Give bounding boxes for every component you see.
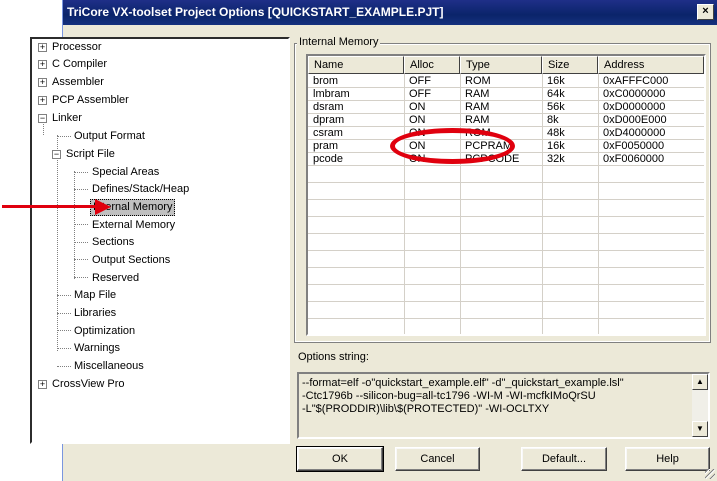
table-row[interactable]: lmbram OFF RAM 64k 0xC0000000 (308, 88, 704, 101)
options-line-2: -Ctc1796b --silicon-bug=all-tc1796 -WI-M… (302, 390, 596, 402)
expand-icon[interactable]: + (38, 43, 47, 52)
annotation-arrow-shaft (2, 205, 98, 208)
cell-address: 0xD4000000 (603, 127, 666, 139)
tree-item-label[interactable]: Map File (72, 287, 118, 304)
tree-item-label[interactable]: Sections (90, 234, 136, 251)
tree-item-label[interactable]: Processor (50, 39, 104, 56)
column-header-name[interactable]: Name (308, 56, 404, 74)
tree-item-label[interactable]: Script File (64, 146, 117, 163)
cell-name: brom (313, 75, 339, 87)
dialog-title: TriCore VX-toolset Project Options [QUIC… (63, 0, 717, 25)
cell-name: pram (313, 140, 339, 152)
cell-type: ROM (465, 75, 491, 87)
cell-address: 0xD000E000 (603, 114, 667, 126)
collapse-icon[interactable]: − (38, 114, 47, 123)
cell-size: 16k (547, 75, 565, 87)
cell-address: 0xC0000000 (603, 88, 666, 100)
resize-grip-icon[interactable] (705, 469, 715, 479)
options-line-3: -L"$(PRODDIR)\lib\$(PROTECTED)" -WI-OCLT… (302, 403, 550, 415)
scroll-up-icon[interactable]: ▲ (692, 374, 708, 390)
cell-address: 0xF0060000 (603, 153, 665, 165)
tree-item-label[interactable]: Reserved (90, 270, 141, 287)
cell-size: 64k (547, 88, 565, 100)
internal-memory-title: Internal Memory (297, 36, 381, 48)
collapse-icon[interactable]: − (52, 150, 61, 159)
options-string-label: Options string: (298, 351, 369, 363)
tree-item-label[interactable]: Special Areas (90, 164, 161, 181)
tree-item-label[interactable]: PCP Assembler (50, 92, 131, 109)
cancel-button[interactable]: Cancel (395, 447, 480, 471)
tree-item-label[interactable]: Defines/Stack/Heap (90, 181, 191, 198)
cell-type: RAM (465, 101, 490, 113)
tree-item-label[interactable]: Linker (50, 110, 84, 127)
cell-size: 48k (547, 127, 565, 139)
ok-button[interactable]: OK (296, 446, 384, 472)
cell-name: dsram (313, 101, 344, 113)
column-header-size[interactable]: Size (542, 56, 598, 74)
cell-address: 0xD0000000 (603, 101, 666, 113)
tree-item-label[interactable]: Assembler (50, 74, 106, 91)
table-row[interactable]: dpram ON RAM 8k 0xD000E000 (308, 114, 704, 127)
expand-icon[interactable]: + (38, 60, 47, 69)
annotation-ellipse (390, 128, 515, 164)
cell-name: lmbram (313, 88, 350, 100)
cell-size: 8k (547, 114, 559, 126)
tree-item-label[interactable]: C Compiler (50, 56, 109, 73)
options-tree[interactable]: + Processor + C Compiler + Assembler + P… (30, 37, 290, 444)
expand-icon[interactable]: + (38, 78, 47, 87)
cell-alloc: ON (409, 114, 426, 126)
tree-item-label[interactable]: Libraries (72, 305, 118, 322)
cell-address: 0xAFFFC000 (603, 75, 669, 87)
cell-type: RAM (465, 114, 490, 126)
cell-size: 16k (547, 140, 565, 152)
table-header: Name Alloc Type Size Address (308, 56, 704, 74)
tree-item-label[interactable]: CrossView Pro (50, 376, 127, 393)
column-header-address[interactable]: Address (598, 56, 704, 74)
column-header-type[interactable]: Type (460, 56, 542, 74)
table-row[interactable]: dsram ON RAM 56k 0xD0000000 (308, 101, 704, 114)
expand-icon[interactable]: + (38, 96, 47, 105)
expand-icon[interactable]: + (38, 380, 47, 389)
scroll-down-icon[interactable]: ▼ (692, 421, 708, 437)
help-button[interactable]: Help (625, 447, 710, 471)
default-button[interactable]: Default... (521, 447, 607, 471)
table-row[interactable]: brom OFF ROM 16k 0xAFFFC000 (308, 75, 704, 88)
cell-alloc: OFF (409, 88, 431, 100)
tree-item-label[interactable]: Warnings (72, 340, 122, 357)
cell-alloc: ON (409, 101, 426, 113)
options-string-field[interactable]: --format=elf -o"quickstart_example.elf" … (297, 372, 710, 439)
cell-address: 0xF0050000 (603, 140, 665, 152)
cell-size: 56k (547, 101, 565, 113)
options-scrollbar[interactable]: ▲ ▼ (692, 374, 708, 437)
cell-name: csram (313, 127, 343, 139)
cell-name: dpram (313, 114, 345, 126)
cell-size: 32k (547, 153, 565, 165)
close-button[interactable]: × (697, 4, 714, 20)
memory-table[interactable]: Name Alloc Type Size Address brom OFF RO… (306, 54, 706, 336)
tree-item-label[interactable]: External Memory (90, 217, 177, 234)
tree-item-label[interactable]: Miscellaneous (72, 358, 146, 375)
annotation-arrow-icon (95, 199, 111, 215)
cell-alloc: OFF (409, 75, 431, 87)
cell-name: pcode (313, 153, 343, 165)
tree-item-label[interactable]: Optimization (72, 323, 137, 340)
column-header-alloc[interactable]: Alloc (404, 56, 460, 74)
tree-item-label[interactable]: Output Sections (90, 252, 172, 269)
cell-type: RAM (465, 88, 490, 100)
tree-item-label[interactable]: Output Format (72, 128, 147, 145)
options-line-1: --format=elf -o"quickstart_example.elf" … (302, 377, 624, 389)
